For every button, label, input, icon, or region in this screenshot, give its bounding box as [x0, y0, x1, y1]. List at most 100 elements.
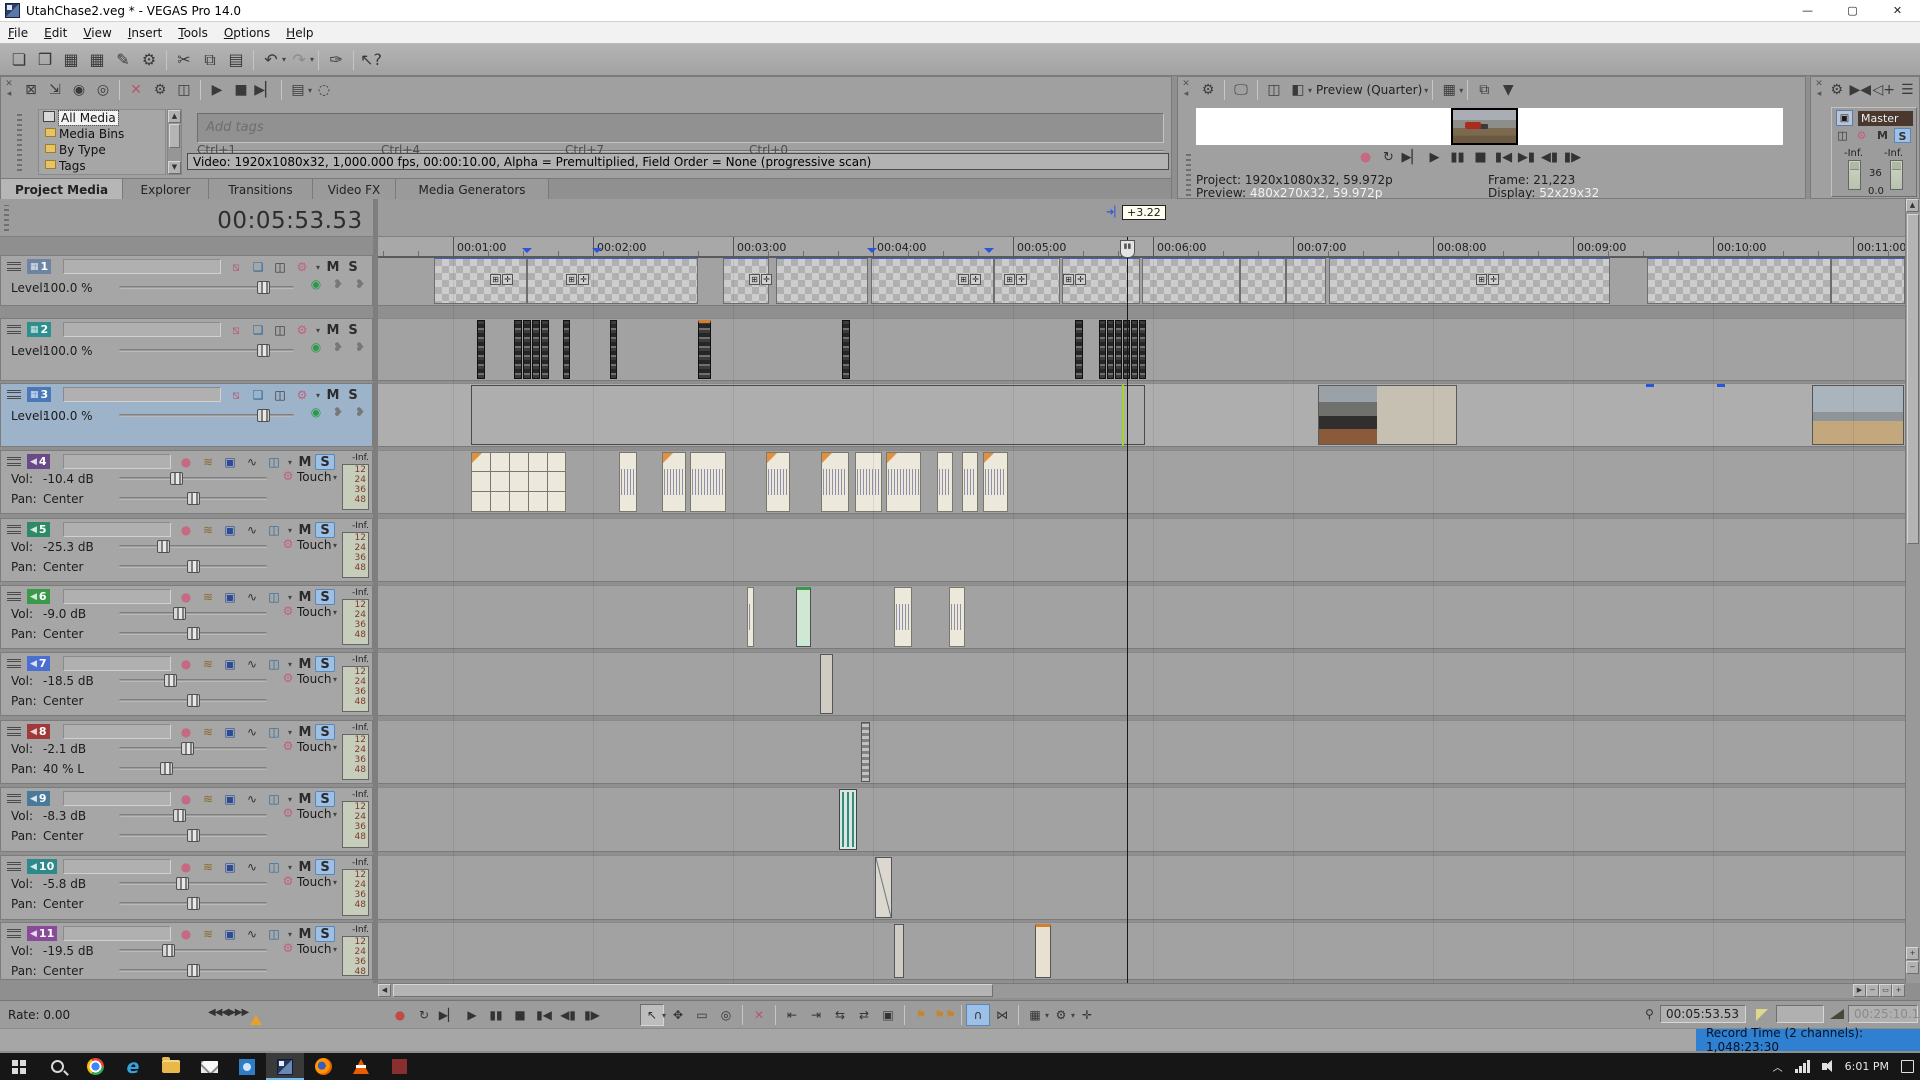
timeline-event[interactable]: [1099, 320, 1106, 379]
redo-icon[interactable]: ↷: [286, 48, 312, 72]
current-time-display[interactable]: 00:05:53.53: [200, 208, 380, 234]
slider[interactable]: [119, 414, 294, 417]
pause-button[interactable]: ▮▮: [484, 1004, 508, 1026]
taskbar-file-explorer-icon[interactable]: [152, 1053, 190, 1080]
track-header-2[interactable]: ▦2⧅❏◫⚙▾MSLevel:100.0 %◉❥❥: [0, 318, 373, 381]
trim-end-icon[interactable]: ⇥: [804, 1004, 828, 1026]
slider[interactable]: [119, 545, 267, 548]
compositing-mode-icon[interactable]: ◉: [305, 276, 327, 292]
taskbar-vlc-icon[interactable]: [342, 1053, 380, 1080]
tab-project-media[interactable]: Project Media: [1, 179, 123, 200]
track-name-input[interactable]: [63, 322, 221, 337]
slider-handle[interactable]: [187, 627, 200, 640]
track-lane-9[interactable]: [378, 787, 1905, 852]
invert-phase-icon[interactable]: ▣: [219, 454, 241, 470]
timeline-event[interactable]: [541, 320, 549, 379]
parent-composite-icon[interactable]: ❥: [327, 404, 349, 420]
child-composite-icon[interactable]: ❥: [349, 404, 371, 420]
open-project-icon[interactable]: ❒: [32, 48, 58, 72]
taskbar-firefox-icon[interactable]: [304, 1053, 342, 1080]
automation-mode[interactable]: Touch: [297, 740, 331, 754]
timeline-event[interactable]: [776, 258, 868, 304]
pan-crop-icon[interactable]: ⊞: [490, 274, 501, 285]
automation-mode[interactable]: Touch: [297, 875, 331, 889]
slider[interactable]: [119, 679, 267, 682]
slider[interactable]: [119, 969, 267, 972]
child-composite-icon[interactable]: ❥: [349, 276, 371, 292]
ruler-marker-icon[interactable]: [867, 248, 877, 258]
timeline-event[interactable]: [1142, 258, 1240, 304]
timeline-event[interactable]: [1035, 924, 1051, 978]
event-fx-buttons[interactable]: ⊞✛: [1476, 274, 1499, 285]
trim-start-icon[interactable]: ⇤: [780, 1004, 804, 1026]
automation-settings-icon[interactable]: ⚙: [277, 468, 299, 484]
fx-dropdown-icon[interactable]: ▾: [313, 259, 323, 275]
pan-crop-icon[interactable]: ⊞: [1004, 274, 1015, 285]
event-fx-icon[interactable]: ✛: [1016, 274, 1027, 285]
timeline-event[interactable]: [532, 320, 540, 379]
master-properties-icon[interactable]: ⚙: [1825, 78, 1849, 102]
event-fx-icon[interactable]: ✛: [761, 274, 772, 285]
dim-output-icon[interactable]: ◁+: [1872, 78, 1896, 102]
timeline-marker[interactable]: ▮▮: [1120, 240, 1135, 258]
bypass-motion-blur-icon[interactable]: ⧅: [225, 387, 247, 403]
slider[interactable]: [119, 497, 267, 500]
interaction-tool-icon[interactable]: ✑: [323, 48, 349, 72]
zoom-edit-tool-icon[interactable]: ◎: [714, 1004, 738, 1026]
automation-settings-icon[interactable]: ⚙: [1853, 128, 1870, 143]
menu-edit[interactable]: Edit: [36, 23, 75, 43]
timeline-vscrollbar[interactable]: ▲+−: [1905, 199, 1920, 983]
track-header-6[interactable]: ◀6●≋▣∿◫▾MSVol:-9.0 dB⚙Touch▾Pan:Center-I…: [0, 585, 373, 649]
play-button[interactable]: ▶: [1423, 147, 1446, 167]
track-solo-button[interactable]: S: [315, 791, 335, 807]
invert-phase-icon[interactable]: ▣: [219, 656, 241, 672]
timeline-event[interactable]: [1812, 385, 1904, 445]
track-name-input[interactable]: [63, 656, 171, 671]
timeline-event[interactable]: [937, 452, 953, 512]
scroll-up-icon[interactable]: ▲: [1906, 199, 1919, 212]
timeline-event[interactable]: [820, 654, 833, 714]
timeline-event[interactable]: [747, 587, 754, 647]
track-name-input[interactable]: [63, 791, 171, 806]
go-to-start-button[interactable]: ▮◀: [532, 1004, 556, 1026]
track-mute-button[interactable]: M: [323, 322, 343, 338]
overlays-grid-dropdown-icon[interactable]: ▾: [1459, 86, 1463, 95]
insert-marker-icon[interactable]: ⚑: [909, 1004, 933, 1026]
master-bus-icon[interactable]: ▣: [1836, 110, 1853, 126]
tree-item-tags[interactable]: Tags: [39, 158, 165, 174]
timeline-event[interactable]: [962, 452, 978, 512]
automation-settings-icon[interactable]: ⚙: [291, 259, 313, 275]
track-name-input[interactable]: [63, 589, 171, 604]
track-minimize-icon[interactable]: [7, 325, 21, 334]
track-minimize-icon[interactable]: [7, 727, 21, 736]
track-lane-1[interactable]: ⊞✛⊞✛⊞✛⊞✛⊞✛⊞✛⊞✛: [378, 258, 1905, 306]
bus-send-icon[interactable]: ≋: [197, 859, 219, 875]
event-fx-buttons[interactable]: ⊞✛: [1004, 274, 1027, 285]
track-lane-7[interactable]: [378, 652, 1905, 716]
slider[interactable]: [119, 612, 267, 615]
timeline-event[interactable]: [766, 452, 790, 512]
auto-preview-icon[interactable]: ▶▏: [253, 78, 277, 102]
ruler-marker-icon[interactable]: [522, 248, 532, 258]
track-lane-3[interactable]: [378, 383, 1905, 447]
track-lane-5[interactable]: [378, 518, 1905, 582]
track-name-input[interactable]: [63, 387, 221, 402]
track-lane-6[interactable]: [378, 585, 1905, 649]
timeline-event[interactable]: [698, 320, 711, 379]
action-center-icon[interactable]: [1901, 1060, 1914, 1073]
slide-tool-icon[interactable]: ⇄: [852, 1004, 876, 1026]
redo-dropdown-icon[interactable]: ▾: [310, 55, 314, 64]
zoom-out-icon[interactable]: −: [1866, 984, 1879, 997]
search-media-icon[interactable]: ◌: [312, 78, 336, 102]
track-number-chip[interactable]: ▦1: [27, 259, 51, 274]
next-frame-button[interactable]: ▮▶: [1561, 147, 1584, 167]
track-lane-8[interactable]: [378, 720, 1905, 784]
track-name-input[interactable]: [63, 926, 171, 941]
track-lane-11[interactable]: [378, 922, 1905, 980]
automation-mode[interactable]: Touch: [297, 538, 331, 552]
track-minimize-icon[interactable]: [7, 390, 21, 399]
timeline-event[interactable]: [1240, 258, 1286, 304]
external-monitor-icon[interactable]: 🖵: [1229, 78, 1253, 102]
tab-explorer[interactable]: Explorer: [123, 179, 209, 200]
automation-dropdown-icon[interactable]: ▾: [333, 878, 337, 887]
